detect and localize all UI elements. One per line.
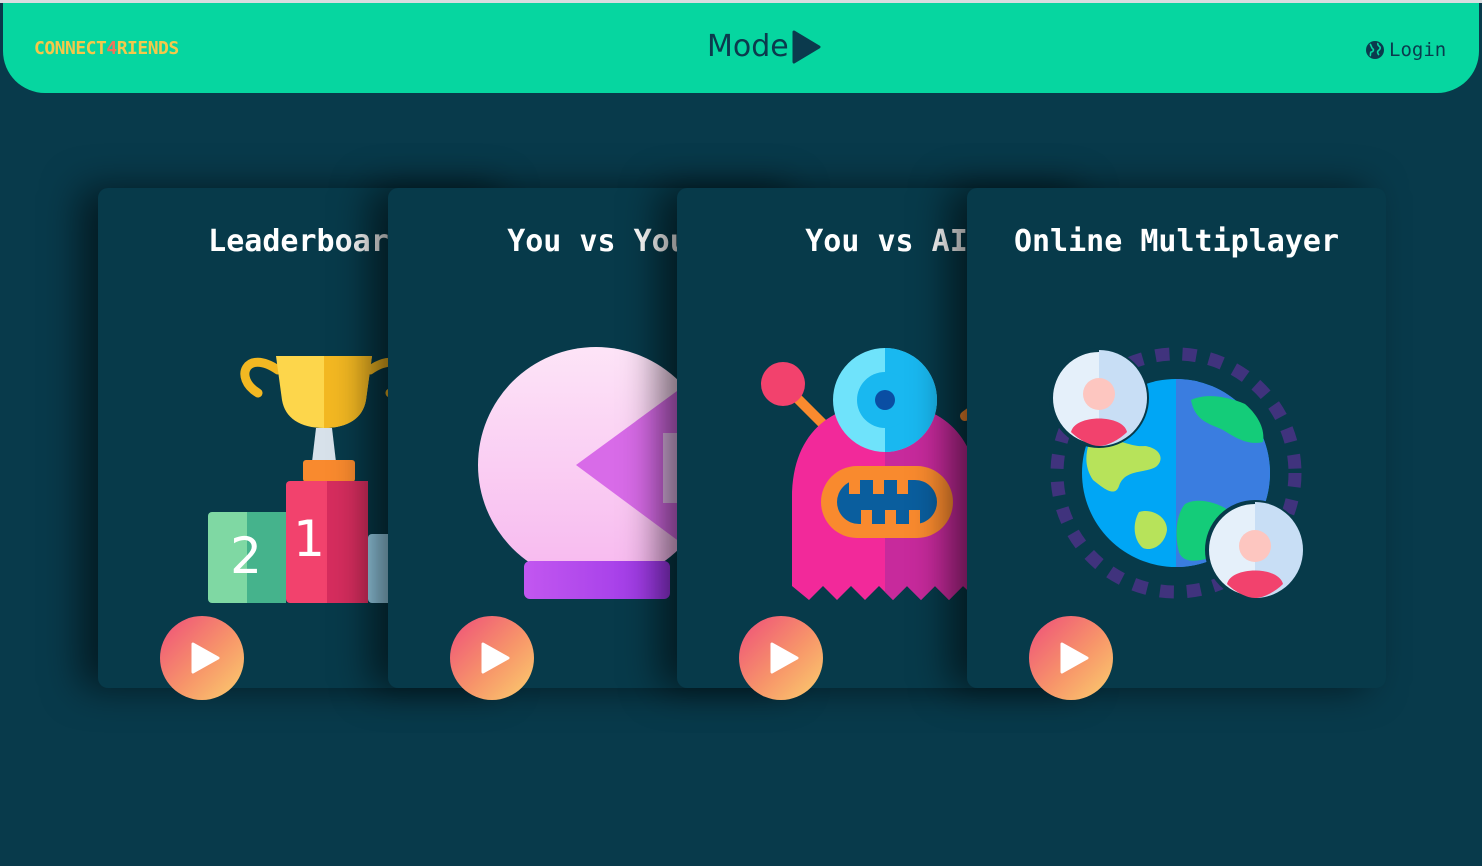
play-triangle-icon xyxy=(792,30,821,63)
play-icon xyxy=(1060,642,1088,674)
brand-prefix: CONNECT xyxy=(34,38,107,59)
mode-card-online-multiplayer[interactable]: Online Multiplayer xyxy=(967,188,1386,688)
globe-users-icon xyxy=(1049,347,1305,600)
mode-label: Mode xyxy=(707,29,789,64)
mode-title[interactable]: Mode xyxy=(707,29,821,64)
login-button[interactable]: Login xyxy=(1365,39,1446,61)
podium-second-label: 2 xyxy=(230,527,262,585)
play-button-you-vs-you[interactable] xyxy=(450,616,534,700)
play-icon xyxy=(191,642,219,674)
play-icon xyxy=(481,642,509,674)
navbar: CONNECT4RIENDS Mode Login xyxy=(3,3,1479,93)
play-icon xyxy=(770,642,798,674)
login-label: Login xyxy=(1389,39,1447,61)
brand-logo[interactable]: CONNECT4RIENDS xyxy=(34,38,179,59)
card-title: Online Multiplayer xyxy=(1013,224,1340,259)
podium-first-label: 1 xyxy=(293,510,325,568)
globe-icon xyxy=(1366,41,1384,59)
play-button-online-multiplayer[interactable] xyxy=(1029,616,1113,700)
play-button-you-vs-ai[interactable] xyxy=(739,616,823,700)
brand-suffix: RIENDS xyxy=(116,38,180,59)
play-button-leaderboard[interactable] xyxy=(160,616,244,700)
brand-number: 4 xyxy=(106,38,117,59)
